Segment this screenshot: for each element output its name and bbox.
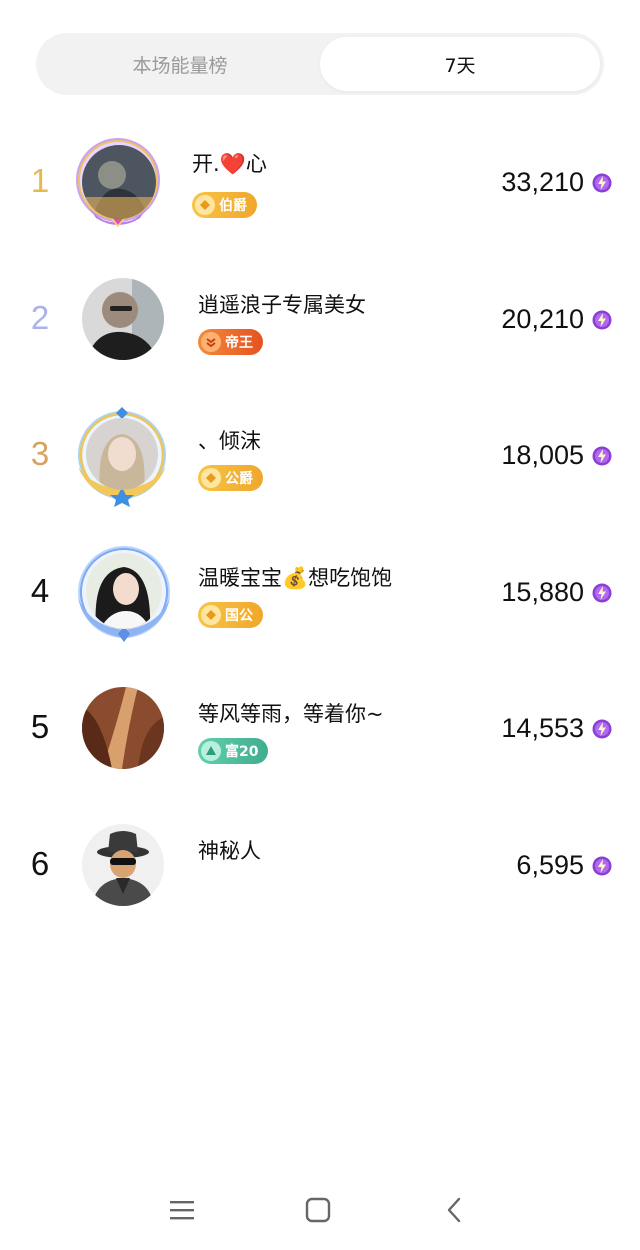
wealth-level-badge: 富20 bbox=[198, 738, 269, 764]
energy-score: 6,595 bbox=[516, 849, 584, 880]
lightning-bolt-icon bbox=[592, 310, 612, 329]
rank-number: 6 bbox=[30, 844, 50, 882]
energy-score: 18,005 bbox=[501, 440, 584, 470]
energy-score: 33,210 bbox=[501, 167, 584, 197]
diamond-coin-icon bbox=[201, 604, 221, 625]
user-name-part: 温暖宝宝 bbox=[198, 565, 282, 590]
user-name-part: 想吃饱饱 bbox=[308, 565, 393, 590]
avatar-image bbox=[82, 277, 164, 360]
menu-icon bbox=[170, 1201, 194, 1220]
user-name: 温暖宝宝💰想吃饱饱 bbox=[198, 562, 392, 592]
lightning-bolt-icon bbox=[592, 719, 612, 739]
back-button[interactable] bbox=[434, 1194, 474, 1226]
badge-label: 国公 bbox=[225, 607, 253, 624]
triangle-level-icon bbox=[201, 741, 221, 761]
lightning-bolt-icon bbox=[592, 583, 612, 602]
ranking-row[interactable]: 3 、倾沫 公爵 18,005 bbox=[0, 389, 640, 526]
tab-current-energy[interactable]: 本场能量榜 bbox=[40, 37, 320, 91]
avatar[interactable] bbox=[82, 277, 164, 360]
user-name: 逍遥浪子专属美女 bbox=[198, 292, 366, 317]
system-navigation-bar bbox=[0, 1180, 640, 1250]
lightning-bolt-icon bbox=[592, 173, 612, 193]
home-button[interactable] bbox=[298, 1194, 338, 1226]
avatar[interactable] bbox=[82, 823, 164, 906]
ranking-row[interactable]: 2 逍遥浪子专属美女 帝王 20,210 bbox=[0, 253, 640, 390]
rank-badge-earl: 伯爵 bbox=[192, 192, 257, 218]
user-name-part: 心 bbox=[245, 152, 267, 176]
rank-number: 2 bbox=[30, 298, 50, 336]
badge-label: 帝王 bbox=[225, 334, 253, 351]
badge-label: 富20 bbox=[225, 744, 259, 760]
avatar[interactable] bbox=[82, 687, 164, 769]
badge-label: 伯爵 bbox=[219, 198, 247, 214]
lightning-bolt-icon bbox=[592, 446, 612, 466]
avatar[interactable] bbox=[86, 418, 158, 490]
rank-number: 5 bbox=[30, 708, 50, 745]
rank-badge-duke: 公爵 bbox=[198, 465, 263, 491]
ranking-row[interactable]: 1 开.❤️心 伯爵 33,210 bbox=[0, 116, 640, 253]
avatar-image bbox=[86, 552, 162, 629]
rank-badge-duke-state: 国公 bbox=[198, 601, 263, 628]
ranking-row[interactable]: 4 温暖宝宝💰想吃饱饱 国公 15,880 bbox=[0, 526, 640, 663]
mystery-person-avatar-icon bbox=[82, 823, 164, 906]
chevron-rank-icon bbox=[201, 331, 221, 352]
avatar-image bbox=[82, 145, 156, 219]
rank-number: 4 bbox=[30, 571, 50, 609]
user-name: 开.❤️心 bbox=[192, 148, 267, 178]
badge-label: 公爵 bbox=[225, 471, 253, 487]
user-name: 、倾沫 bbox=[198, 429, 261, 453]
avatar[interactable] bbox=[82, 145, 156, 219]
ranking-tab-switcher: 本场能量榜 7天 bbox=[36, 33, 604, 95]
menu-button[interactable] bbox=[162, 1194, 202, 1226]
diamond-coin-icon bbox=[201, 468, 221, 488]
user-name: 神秘人 bbox=[198, 838, 261, 863]
energy-score: 15,880 bbox=[501, 576, 584, 607]
user-name: 等风等雨，等着你~ bbox=[198, 702, 384, 726]
back-chevron-icon bbox=[447, 1197, 461, 1223]
avatar-image bbox=[82, 687, 164, 769]
rank-number: 1 bbox=[30, 162, 50, 199]
energy-score: 14,553 bbox=[501, 713, 584, 743]
heart-emoji: ❤️ bbox=[219, 152, 246, 176]
rank-number: 3 bbox=[30, 435, 50, 472]
energy-score: 20,210 bbox=[501, 303, 584, 334]
home-square-icon bbox=[305, 1197, 331, 1223]
ranking-row[interactable]: 5 等风等雨，等着你~ 富20 14,553 bbox=[0, 662, 640, 799]
lightning-bolt-icon bbox=[592, 856, 612, 875]
user-name-part: 开. bbox=[192, 152, 220, 176]
rank-badge-emperor: 帝王 bbox=[198, 328, 263, 355]
diamond-coin-icon bbox=[195, 195, 215, 215]
ranking-list: 1 开.❤️心 伯爵 33,210 2 逍遥浪子专属美女 帝王 20,210 3… bbox=[0, 116, 640, 935]
money-bag-emoji: 💰 bbox=[282, 565, 309, 590]
tab-7-days[interactable]: 7天 bbox=[320, 37, 600, 91]
ranking-row[interactable]: 6 神秘人 6,595 bbox=[0, 799, 640, 936]
avatar[interactable] bbox=[86, 552, 162, 629]
avatar-image bbox=[86, 418, 158, 490]
